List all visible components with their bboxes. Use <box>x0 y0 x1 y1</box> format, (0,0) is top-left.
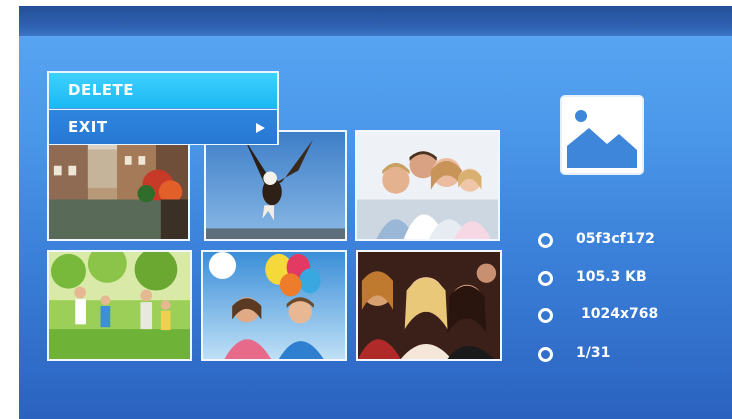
info-position-text: 1/31 <box>576 345 611 361</box>
image-placeholder-icon <box>559 94 645 176</box>
bullet-icon <box>538 308 553 323</box>
menu-item-delete-label: DELETE <box>68 81 134 99</box>
thumbnail-party-friends[interactable] <box>356 250 502 361</box>
thumbnail-eagle[interactable] <box>204 130 347 241</box>
thumbnail-balloons-kids[interactable] <box>201 250 347 361</box>
bullet-icon <box>538 233 553 248</box>
bullet-icon <box>538 347 553 362</box>
family-portrait-photo <box>357 132 498 239</box>
context-menu: DELETE EXIT <box>47 71 279 145</box>
info-file-name-text: 05f3cf172 <box>576 231 655 247</box>
eagle-photo <box>206 132 345 239</box>
bullet-icon <box>538 271 553 286</box>
info-file-size-text: 105.3 KB <box>576 269 647 285</box>
menu-item-delete[interactable]: DELETE <box>49 73 277 108</box>
balloons-kids-photo <box>203 252 345 359</box>
thumbnail-family-portrait[interactable] <box>355 130 500 241</box>
photo-browser-screen: DELETE EXIT 05f3cf172 105.3 KB 1024x768 … <box>19 6 732 419</box>
thumbnail-family-running[interactable] <box>47 250 192 361</box>
canal-houses-photo <box>49 132 188 239</box>
submenu-arrow-icon <box>256 123 265 133</box>
top-bar <box>19 6 732 36</box>
menu-item-exit[interactable]: EXIT <box>49 109 277 144</box>
thumbnail-canal-houses[interactable] <box>47 130 190 241</box>
family-running-photo <box>49 252 190 359</box>
menu-item-exit-label: EXIT <box>68 118 108 136</box>
party-friends-photo <box>358 252 500 359</box>
info-resolution-text: 1024x768 <box>581 306 659 322</box>
